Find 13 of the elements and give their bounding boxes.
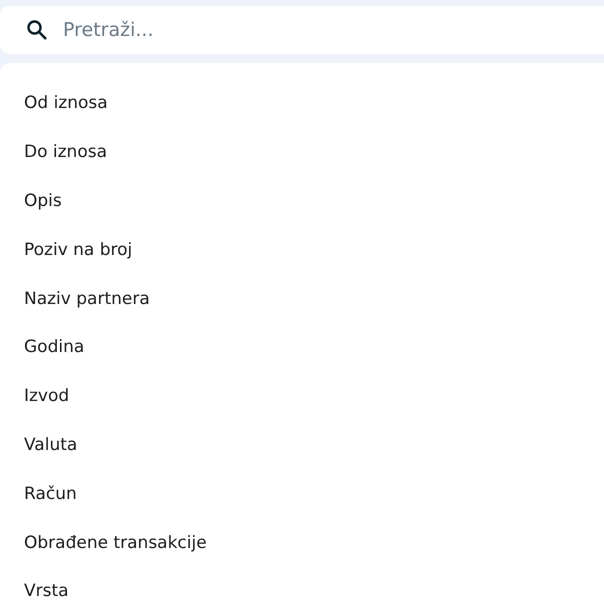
menu-item[interactable]: Račun bbox=[0, 469, 604, 518]
menu-item[interactable]: Od iznosa bbox=[0, 79, 604, 128]
menu-item[interactable]: Obrađene transakcije bbox=[0, 518, 604, 567]
menu-item[interactable]: Do iznosa bbox=[0, 128, 604, 177]
menu-item[interactable]: Godina bbox=[0, 322, 604, 372]
search-field[interactable]: Pretraži... bbox=[0, 6, 604, 54]
menu-item[interactable]: Vrsta bbox=[0, 566, 604, 609]
menu-item[interactable]: Izvod bbox=[0, 372, 604, 421]
menu-item[interactable]: Naziv partnera bbox=[0, 274, 604, 323]
menu-item[interactable]: Poziv na broj bbox=[0, 225, 604, 274]
menu-item[interactable]: Valuta bbox=[0, 420, 604, 470]
menu-item[interactable]: Opis bbox=[0, 176, 604, 226]
search-icon bbox=[26, 19, 48, 41]
